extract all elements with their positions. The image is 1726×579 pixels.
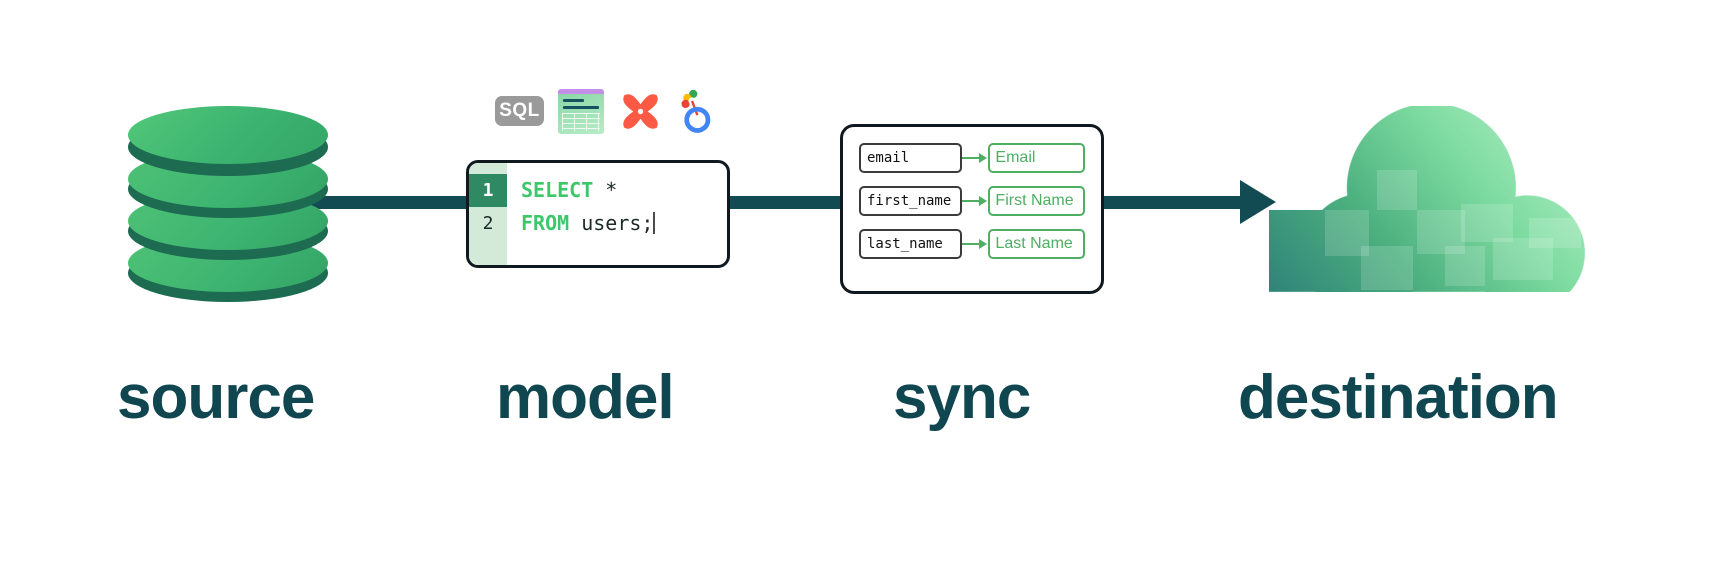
mapping-row: first_name First Name [859,186,1085,216]
stage-label-sync: sync [893,363,1031,432]
mapping-arrow-icon [962,239,988,249]
destination-field-last-name[interactable]: Last Name [988,229,1085,259]
stage-label-destination: destination [1238,363,1559,432]
mapping-arrow-icon [962,196,988,206]
dbt-icon [618,89,663,134]
looker-icon [677,88,713,134]
connector-model-to-sync [718,196,850,209]
code-line-1: SELECT * [521,174,727,207]
source-field-first-name[interactable]: first_name [859,186,963,216]
connector-sync-to-destination [1095,196,1263,209]
model-tool-icons: SQL [495,88,713,134]
code-line-2-rest: users; [569,211,654,235]
editor-gutter: 1 2 [469,163,507,265]
source-field-last-name[interactable]: last_name [859,229,963,259]
source-field-email[interactable]: email [859,143,963,173]
text-cursor-icon [653,212,656,234]
cloud-icon [1265,106,1585,292]
sql-code-editor[interactable]: 1 2 SELECT * FROM users; [466,160,730,268]
line-number-2: 2 [482,213,494,234]
code-line-1-rest: * [593,178,618,202]
mapping-row: email Email [859,143,1085,173]
mapping-row: last_name Last Name [859,229,1085,259]
code-line-2: FROM users; [521,207,727,240]
pipeline-diagram: SQL 1 2 SELECT * FROM users; email Email… [0,0,1726,579]
destination-field-email[interactable]: Email [988,143,1085,173]
sql-keyword-select: SELECT [521,178,594,202]
sql-keyword-from: FROM [521,211,570,235]
editor-code-area[interactable]: SELECT * FROM users; [507,163,727,265]
line-number-1: 1 [469,174,507,207]
database-cylinder-icon [128,106,328,302]
mapping-arrow-icon [962,153,988,163]
stage-label-model: model [496,363,675,432]
stage-label-source: source [117,363,315,432]
spreadsheet-icon [558,88,604,134]
sync-field-mapping-panel: email Email first_name First Name last_n… [840,124,1104,294]
destination-field-first-name[interactable]: First Name [988,186,1085,216]
sql-badge-icon: SQL [495,96,544,126]
